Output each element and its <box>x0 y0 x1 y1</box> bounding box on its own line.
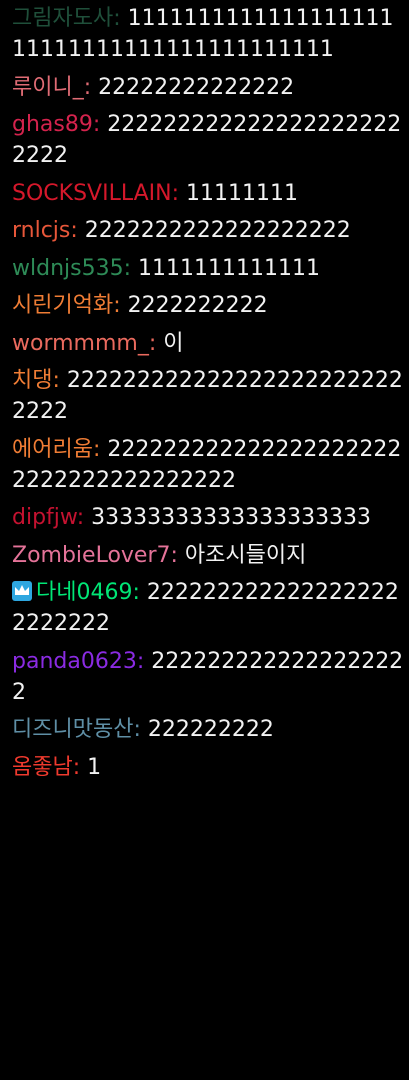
chat-username[interactable]: panda0623 <box>12 649 137 674</box>
chat-message: panda0623: 2222222222222222222 <box>12 646 405 708</box>
chat-message-text: 11111111 <box>186 180 298 206</box>
chat-username[interactable]: 치댕 <box>12 368 52 393</box>
chat-message-text: 33333333333333333333 <box>91 505 372 530</box>
chat-username[interactable]: 그림자도사 <box>12 6 113 31</box>
username-colon: : <box>136 648 152 674</box>
chat-username[interactable]: 에어리움 <box>12 437 93 462</box>
chat-message: rnlcjs: 2222222222222222222 <box>12 215 405 246</box>
chat-username[interactable]: 디즈니맛동산 <box>12 717 133 742</box>
chat-message: 디즈니맛동산: 222222222 <box>12 714 405 745</box>
chat-message-text: 1111111111111 <box>138 255 320 281</box>
username-colon: : <box>132 580 147 605</box>
chat-message: 에어리움: 2222222222222222222222222222222222… <box>12 434 405 496</box>
username-colon: : <box>133 717 148 742</box>
chat-message-text: 2222222222 <box>127 293 268 318</box>
crown-badge-icon <box>12 581 32 601</box>
chat-message-text: 1 <box>87 754 102 780</box>
chat-message-text: 아조시들이지 <box>184 542 307 568</box>
chat-message-text: 2222222222222222222222222222 <box>12 368 403 424</box>
chat-message: 치댕: 2222222222222222222222222222 <box>12 365 405 427</box>
username-colon: : <box>70 218 85 243</box>
username-colon: : <box>92 112 108 137</box>
username-colon: : <box>72 754 88 780</box>
chat-message-text: 22222222222222 <box>98 74 295 100</box>
chat-message: 루이니_: 22222222222222 <box>12 72 405 103</box>
chat-username[interactable]: SOCKSVILLAIN <box>12 181 172 206</box>
chat-message: 그림자도사: 111111111111111111111111111111111… <box>12 3 405 65</box>
chat-username[interactable]: rnlcjs <box>12 218 70 243</box>
chat-message: wormmmm_: 이 <box>12 328 405 359</box>
chat-message-text: 2222222222222222222 <box>84 218 351 243</box>
username-colon: : <box>83 74 99 100</box>
username-colon: : <box>113 293 128 318</box>
chat-message: ZombieLover7: 아조시들이지 <box>12 540 405 571</box>
chat-message-text: 222222222 <box>147 717 274 742</box>
chat-message: 다네0469: 2222222222222222222222222 <box>12 577 405 639</box>
chat-message: ghas89: 2222222222222222222222222 <box>12 109 405 171</box>
chat-message: SOCKSVILLAIN: 11111111 <box>12 178 405 209</box>
chat-username[interactable]: ZombieLover7 <box>12 543 171 568</box>
chat-username[interactable]: 옴좋남 <box>12 755 73 780</box>
username-colon: : <box>170 542 185 568</box>
username-colon: : <box>113 6 128 31</box>
chat-message: 시린기억화: 2222222222 <box>12 290 405 321</box>
chat-message: dipfjw: 33333333333333333333 <box>12 502 405 533</box>
chat-username[interactable]: dipfjw <box>12 505 77 530</box>
chat-username[interactable]: 루이니_ <box>12 75 84 100</box>
chat-username[interactable]: wormmmm_ <box>12 331 149 356</box>
chat-message: 옴좋남: 1 <box>12 752 405 783</box>
username-colon: : <box>92 436 108 462</box>
chat-username[interactable]: ghas89 <box>12 112 93 137</box>
chat-username[interactable]: wldnjs535 <box>12 256 124 281</box>
chat-username[interactable]: 다네0469 <box>36 580 132 605</box>
username-colon: : <box>148 330 164 356</box>
chat-message: wldnjs535: 1111111111111 <box>12 253 405 284</box>
username-colon: : <box>171 180 186 206</box>
username-colon: : <box>123 255 138 281</box>
chat-message-text: 이 <box>163 330 184 356</box>
username-colon: : <box>52 368 67 393</box>
chat-message-list: 그림자도사: 111111111111111111111111111111111… <box>12 3 405 789</box>
username-colon: : <box>76 505 92 530</box>
chat-username[interactable]: 시린기억화 <box>12 293 113 318</box>
